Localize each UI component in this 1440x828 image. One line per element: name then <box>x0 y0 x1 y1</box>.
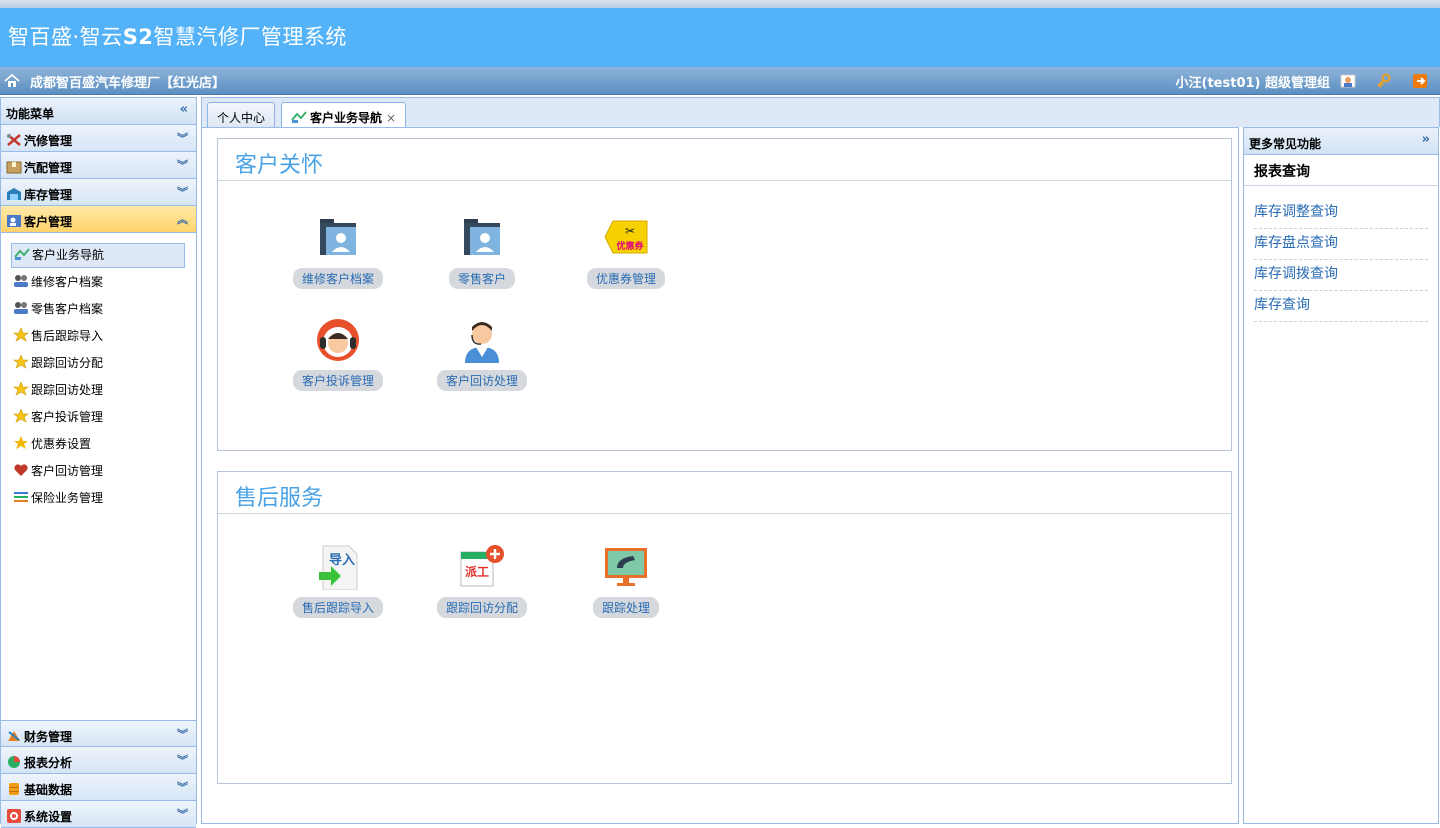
half-star-icon <box>13 355 29 369</box>
menu-item-complaint[interactable]: 客户投诉管理 <box>11 405 196 432</box>
tab-customer-nav[interactable]: 客户业务导航 × <box>281 102 407 129</box>
menu-item-followup-assign[interactable]: 跟踪回访分配 <box>11 351 196 378</box>
map-icon <box>291 111 307 123</box>
menu-item-retail-customer-file[interactable]: 零售客户档案 <box>11 297 196 324</box>
chevron-down-icon: ︾ <box>177 728 188 741</box>
customer-folder-icon <box>320 219 356 255</box>
tile-repair-customer-file[interactable]: 维修客户档案 <box>283 215 393 289</box>
menu-item-insurance[interactable]: 保险业务管理 <box>11 486 196 513</box>
chevron-down-icon: ︾ <box>177 186 188 199</box>
sliders-icon <box>14 492 28 502</box>
menu-item-followup-handle[interactable]: 跟踪回访处理 <box>11 378 196 405</box>
users-icon <box>14 302 28 314</box>
sidebar-section-repair[interactable]: 汽修管理 ︾ <box>1 125 196 152</box>
chevron-down-icon: ︾ <box>177 781 188 794</box>
half-star-icon <box>13 382 29 396</box>
tools-icon <box>7 134 21 146</box>
sidebar-section-reports[interactable]: 报表分析 ︾ <box>1 747 196 774</box>
customer-folder-icon <box>464 219 500 255</box>
main-content: 客户关怀 维修客户档案 零售客户 ✂ 优惠券 优惠券管理 客户投诉管理 客户回访… <box>201 127 1239 824</box>
call-agent-icon <box>465 322 499 363</box>
panel-after-sales: 售后服务 导入 售后跟踪导入 派工 跟踪回访分配 跟踪处理 <box>217 471 1232 784</box>
tile-followup-assign[interactable]: 派工 跟踪回访分配 <box>427 544 537 618</box>
tile-followup-handle[interactable]: 跟踪处理 <box>571 544 681 618</box>
import-icon: 导入 <box>319 545 358 591</box>
svg-text:优惠券: 优惠券 <box>616 240 644 252</box>
right-panel-subtitle: 报表查询 <box>1244 155 1438 186</box>
users-icon <box>14 275 28 287</box>
panel-title: 客户关怀 <box>218 139 1231 181</box>
tile-retail-customer[interactable]: 零售客户 <box>427 215 537 289</box>
collapse-left-icon[interactable]: « <box>180 102 188 117</box>
svg-text:✂: ✂ <box>625 224 635 238</box>
sub-header: 成都智百盛汽车修理厂【红光店】 小汪(test01) 超级管理组 <box>0 67 1440 95</box>
link-stock-adjust-query[interactable]: 库存调整查询 <box>1254 198 1428 229</box>
tab-close-icon[interactable]: × <box>386 111 396 125</box>
user-info: 小汪(test01) 超级管理组 <box>1175 76 1330 91</box>
pie-icon <box>8 756 20 768</box>
chevron-down-icon: ︾ <box>177 132 188 145</box>
link-stock-transfer-query[interactable]: 库存调拨查询 <box>1254 260 1428 291</box>
tile-coupon-management[interactable]: ✂ 优惠券 优惠券管理 <box>571 215 681 289</box>
app-title: 智百盛·智云S2智慧汽修厂管理系统 <box>8 25 347 49</box>
tab-bar: 个人中心 客户业务导航 × <box>201 97 1440 129</box>
logout-icon[interactable] <box>1412 73 1428 89</box>
app-header: 智百盛·智云S2智慧汽修厂管理系统 <box>0 8 1440 67</box>
database-icon <box>9 783 19 795</box>
home-icon <box>4 73 20 87</box>
link-stock-check-query[interactable]: 库存盘点查询 <box>1254 229 1428 260</box>
svg-text:导入: 导入 <box>329 553 355 568</box>
map-icon <box>14 248 30 260</box>
panel-title: 售后服务 <box>218 472 1231 514</box>
menu-item-repair-customer-file[interactable]: 维修客户档案 <box>11 270 196 297</box>
user-profile-icon[interactable] <box>1340 73 1356 89</box>
sidebar-section-customer[interactable]: 客户管理 ︽ <box>1 206 196 233</box>
tile-revisit-handle[interactable]: 客户回访处理 <box>427 317 537 391</box>
tile-aftersales-import[interactable]: 导入 售后跟踪导入 <box>283 544 393 618</box>
settings-icon <box>7 809 21 823</box>
box-icon <box>6 161 22 174</box>
tab-personal-center[interactable]: 个人中心 <box>207 102 276 128</box>
customer-menu-list: 客户业务导航 维修客户档案 零售客户档案 售后跟踪导入 跟踪回访分配 跟踪回访处… <box>1 233 196 720</box>
sidebar-section-finance[interactable]: 财务管理 ︾ <box>1 720 196 747</box>
sidebar-bottom-sections: 财务管理 ︾ 报表分析 ︾ 基础数据 ︾ 系统设置 ︾ <box>1 720 196 828</box>
headset-support-icon <box>317 319 359 361</box>
sidebar: 功能菜单 « 汽修管理 ︾ 汽配管理 ︾ 库存管理 ︾ 客户管理 ︽ 客户业务导… <box>0 97 197 828</box>
key-icon[interactable] <box>1376 73 1392 89</box>
window-titlebar <box>0 0 1440 8</box>
dispatch-calendar-icon: 派工 <box>460 545 504 587</box>
chevron-down-icon: ︾ <box>177 159 188 172</box>
sidebar-title: 功能菜单 « <box>1 98 196 125</box>
svg-text:派工: 派工 <box>465 565 489 579</box>
coupon-icon: ✂ 优惠券 <box>604 220 648 254</box>
heart-icon <box>14 464 28 476</box>
sidebar-section-inventory[interactable]: 库存管理 ︾ <box>1 179 196 206</box>
link-stock-query[interactable]: 库存查询 <box>1254 291 1428 322</box>
finance-icon <box>8 731 20 741</box>
right-panel-title: 更多常见功能 » <box>1244 128 1438 155</box>
sidebar-section-parts[interactable]: 汽配管理 ︾ <box>1 152 196 179</box>
chevron-up-icon: ︽ <box>177 213 188 226</box>
sidebar-section-base-data[interactable]: 基础数据 ︾ <box>1 774 196 801</box>
expand-right-icon[interactable]: » <box>1422 132 1430 147</box>
half-star-icon <box>13 409 29 423</box>
half-star-icon <box>13 328 29 342</box>
phone-monitor-icon <box>605 548 647 586</box>
chevron-down-icon: ︾ <box>177 754 188 767</box>
warehouse-icon <box>7 188 21 200</box>
shop-name: 成都智百盛汽车修理厂【红光店】 <box>30 76 226 91</box>
menu-item-coupon-settings[interactable]: 优惠券设置 <box>11 432 196 459</box>
menu-item-customer-nav[interactable]: 客户业务导航 <box>11 243 185 268</box>
menu-item-revisit[interactable]: 客户回访管理 <box>11 459 196 486</box>
menu-item-aftersales-import[interactable]: 售后跟踪导入 <box>11 324 196 351</box>
quick-links: 库存调整查询 库存盘点查询 库存调拨查询 库存查询 <box>1244 186 1438 322</box>
chevron-down-icon: ︾ <box>177 808 188 821</box>
right-panel: 更多常见功能 » 报表查询 库存调整查询 库存盘点查询 库存调拨查询 库存查询 <box>1243 127 1439 824</box>
star-icon <box>14 436 28 449</box>
tile-complaint-management[interactable]: 客户投诉管理 <box>283 317 393 391</box>
panel-customer-care: 客户关怀 维修客户档案 零售客户 ✂ 优惠券 优惠券管理 客户投诉管理 客户回访… <box>217 138 1232 451</box>
customer-card-icon <box>7 215 21 227</box>
